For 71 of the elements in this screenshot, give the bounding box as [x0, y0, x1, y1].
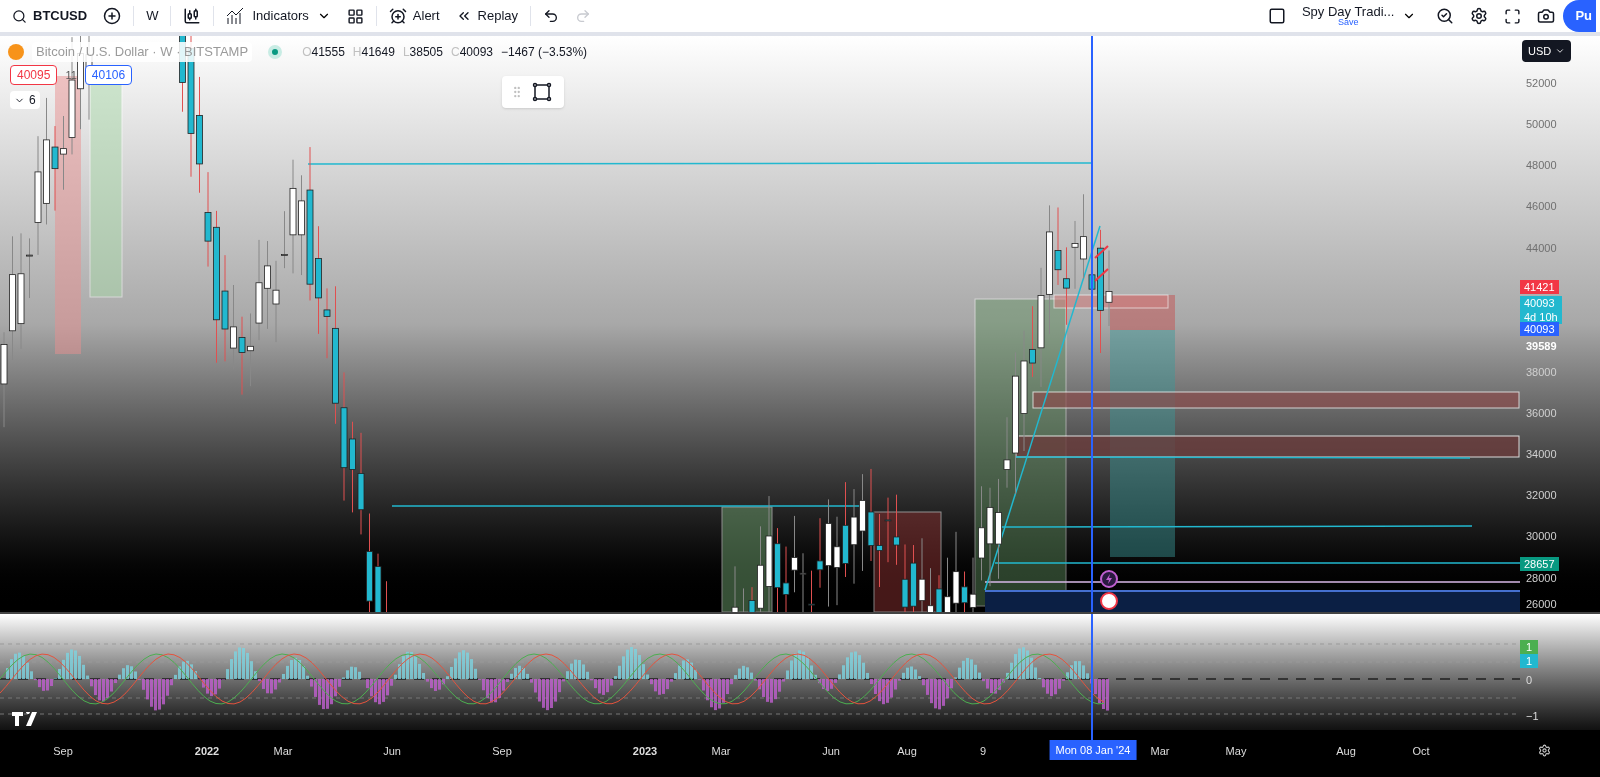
price-badge: 41421 [1520, 280, 1559, 294]
price-badge: 28657 [1520, 557, 1559, 571]
price-label: 39589 [1526, 339, 1557, 354]
redo-icon [575, 8, 592, 24]
time-label: Aug [1336, 744, 1356, 759]
price-label: 36000 [1526, 406, 1557, 421]
time-label: May [1225, 744, 1247, 759]
alert-button[interactable]: Alert [380, 0, 448, 32]
price-label: 26000 [1526, 597, 1557, 612]
ohlc-value: O41555 [302, 43, 345, 61]
sell-button[interactable]: 40095 [10, 65, 58, 85]
price-label: 50000 [1526, 117, 1557, 132]
price-label: 30000 [1526, 529, 1557, 544]
price-label: 38000 [1526, 365, 1557, 380]
undo-icon [543, 8, 560, 24]
price-badge: 40093 4d 10h [1520, 296, 1562, 324]
grid-icon [346, 7, 364, 25]
ohlc-value: H41649 [352, 43, 395, 61]
symbol-title: Bitcoin / U.S. Dollar · W · BITSTAMP [32, 42, 253, 62]
time-label: Mar [1150, 744, 1170, 759]
time-label: Oct [1412, 744, 1430, 759]
time-label: Jun [383, 744, 401, 759]
camera-icon [1537, 7, 1556, 25]
time-label: 9 [979, 744, 987, 759]
time-label: Aug [897, 744, 917, 759]
caret-icon [1555, 46, 1566, 56]
buy-button[interactable]: 40106 [84, 65, 133, 85]
rectangle-icon [532, 82, 552, 102]
bitcoin-logo-icon [8, 43, 24, 60]
candles-icon [183, 7, 202, 25]
square-icon [1267, 7, 1286, 25]
time-cursor-label: Mon 08 Jan '24 [1049, 740, 1137, 760]
indicators-button[interactable]: Indicators [218, 0, 317, 32]
price-label: 34000 [1526, 447, 1557, 462]
publish-button[interactable]: Pu [1563, 0, 1596, 32]
price-label: 44000 [1526, 241, 1557, 256]
price-label: 46000 [1526, 199, 1557, 214]
ohlc-value: L38505 [402, 43, 443, 61]
indicator-label: −1 [1526, 709, 1539, 724]
price-label: 28000 [1526, 571, 1557, 586]
event-icon[interactable] [1100, 570, 1118, 588]
interval-button[interactable]: W [138, 0, 167, 32]
indicator-badge: 1 [1520, 654, 1539, 668]
settings-icon [1470, 7, 1489, 25]
time-label: Mar [273, 744, 293, 759]
search-icon [12, 8, 27, 24]
price-label: 48000 [1526, 158, 1557, 173]
time-label: Mar [711, 744, 731, 759]
indicator-badge: 1 [1520, 640, 1539, 654]
fullscreen-icon [1504, 7, 1522, 25]
currency-button[interactable]: USD [1522, 40, 1572, 62]
indicators-toggle[interactable]: 6 [10, 91, 40, 109]
time-label: Sep [53, 744, 73, 759]
price-change: −1467 (−3.53%) [501, 43, 588, 61]
time-label: 2023 [632, 744, 658, 759]
ohlc-value: C40093 [450, 43, 493, 61]
layout-name-button[interactable]: Spy Day Tradi... Save [1293, 5, 1403, 27]
time-label: Jun [822, 744, 840, 759]
symbol-search-button[interactable]: BTCUSD [4, 0, 96, 32]
replay-button[interactable]: Replay [447, 0, 527, 32]
price-badge: 40093 [1520, 322, 1559, 336]
settings-icon [1538, 744, 1551, 757]
price-label: 52000 [1526, 76, 1557, 91]
time-label: Sep [492, 744, 512, 759]
indicator-label: 0 [1526, 673, 1533, 688]
alarm-clock-icon [388, 7, 407, 25]
chart-logo-icon [12, 712, 40, 726]
time-label: 2022 [194, 744, 220, 759]
price-label: 32000 [1526, 488, 1557, 503]
plus-icon [103, 7, 122, 25]
spread-value: 11 [64, 67, 78, 83]
